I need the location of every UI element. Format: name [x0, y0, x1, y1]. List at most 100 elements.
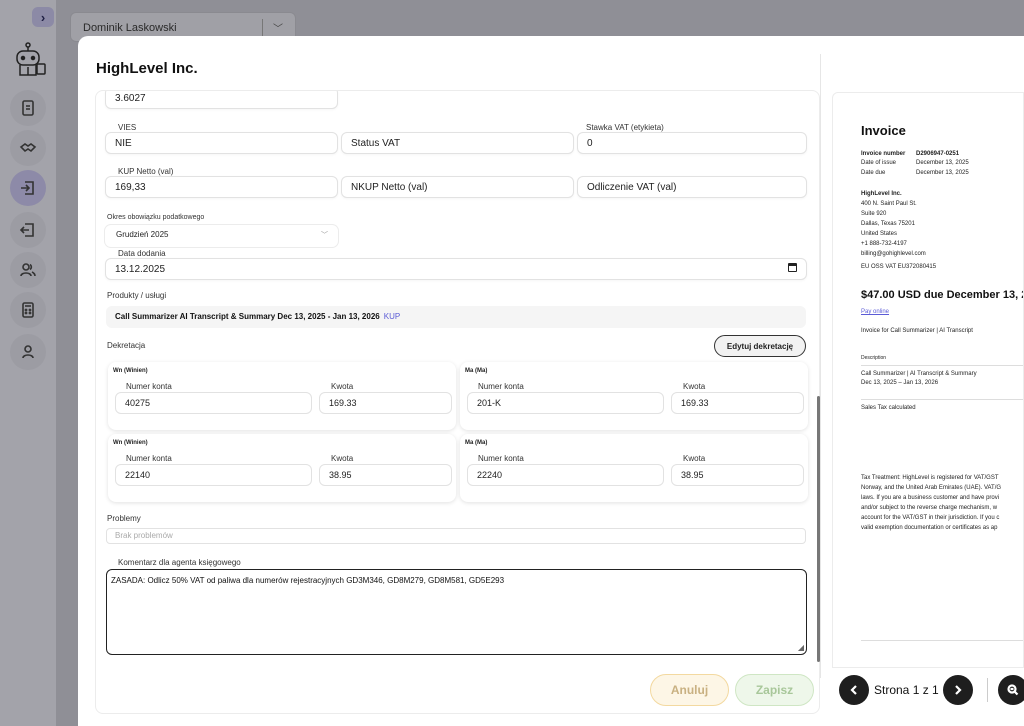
tax-note-line: and/or subject to the reverse charge mec…	[861, 505, 998, 511]
divider	[861, 640, 1023, 641]
dekretacja-wn-card-2: Wn (Winien) Numer konta 22140 Kwota 38.9…	[108, 434, 456, 502]
tax-note-line: account for the VAT/GST in their jurisdi…	[861, 515, 1000, 521]
chevron-left-icon	[850, 685, 857, 695]
status-vat-field[interactable]: Status VAT	[341, 132, 574, 154]
sidebar-expand-button[interactable]: ›	[32, 7, 54, 27]
kup-netto-field[interactable]: 169,33	[105, 176, 338, 198]
comment-text: ZASADA: Odlicz 50% VAT od paliwa dla num…	[111, 576, 505, 585]
description-header: Description	[861, 355, 887, 361]
invoice-number: D2906947-0251	[916, 151, 960, 157]
edit-dekretacja-button[interactable]: Edytuj dekretację	[714, 335, 806, 357]
dekretacja-ma-card-2: Ma (Ma) Numer konta 22240 Kwota 38.95	[460, 434, 808, 502]
pager-divider	[987, 678, 988, 702]
product-tag: KUP	[383, 312, 401, 321]
resize-handle-icon[interactable]: ◢	[798, 643, 804, 652]
okres-select[interactable]: Grudzień 2025 ﹀	[105, 225, 338, 247]
wn-label: Wn (Winien)	[113, 440, 148, 446]
chevron-right-icon	[955, 685, 962, 695]
sidebar-item-incoming[interactable]	[10, 170, 46, 206]
wn-konto-field[interactable]: 22140	[115, 464, 312, 486]
tax-note-line: laws. If you are a business customer and…	[861, 495, 1000, 501]
chevron-down-icon: ﹀	[273, 24, 283, 35]
sidebar-item-outgoing[interactable]	[10, 212, 46, 248]
tax-note-line: valid exemption documentation or certifi…	[861, 525, 998, 531]
tax-note-line: Tax Treatment: HighLevel is registered f…	[861, 475, 999, 481]
page-indicator: Strona 1 z 1	[874, 683, 939, 697]
invoice-title: Invoice	[861, 123, 906, 138]
numer-konta-label: Numer konta	[478, 382, 524, 391]
outbox-icon	[19, 223, 34, 237]
amount-due: $47.00 USD due December 13, 20	[861, 289, 1024, 301]
due-date: December 13, 2025	[916, 170, 969, 176]
data-dodania-value: 13.12.2025	[115, 264, 166, 275]
line-item-period: Dec 13, 2025 – Jan 13, 2026	[861, 380, 939, 386]
stawka-vat-label: Stawka VAT (etykieta)	[586, 123, 664, 132]
data-dodania-label: Data dodania	[118, 249, 166, 258]
email: billing@gohighlevel.com	[861, 251, 926, 257]
cancel-button[interactable]: Anuluj	[650, 674, 729, 706]
ma-konto-field[interactable]: 22240	[467, 464, 664, 486]
sidebar-item-calculator[interactable]	[10, 292, 46, 328]
issue-date: December 13, 2025	[916, 160, 969, 166]
select-divider	[262, 19, 263, 37]
rate-field[interactable]: 3.6027	[105, 91, 338, 109]
ma-kwota-field[interactable]: 38.95	[671, 464, 804, 486]
sales-tax: Sales Tax calculated	[861, 405, 916, 411]
dekretacja-label: Dekretacja	[107, 341, 146, 350]
zoom-out-button[interactable]	[998, 675, 1024, 705]
ma-label: Ma (Ma)	[465, 368, 488, 374]
problemy-label: Problemy	[107, 514, 141, 523]
user-select-value: Dominik Laskowski	[83, 22, 177, 34]
ma-label: Ma (Ma)	[465, 440, 488, 446]
product-item: Call Summarizer AI Transcript & Summary …	[106, 306, 806, 328]
save-button[interactable]: Zapisz	[735, 674, 814, 706]
invoice-for: Invoice for Call Summarizer | AI Transcr…	[861, 328, 973, 334]
vat-number: EU OSS VAT EU372080415	[861, 264, 937, 270]
line-item-desc: Call Summarizer | AI Transcript & Summar…	[861, 371, 977, 377]
company-name: HighLevel Inc.	[861, 191, 902, 197]
address-line: Suite 920	[861, 211, 887, 217]
next-page-button[interactable]	[943, 675, 973, 705]
sidebar-item-profile[interactable]	[10, 334, 46, 370]
pay-online-link[interactable]: Pay online	[861, 309, 889, 315]
ma-konto-field[interactable]: 201-K	[467, 392, 664, 414]
comment-textarea[interactable]: ZASADA: Odlicz 50% VAT od paliwa dla num…	[106, 569, 807, 655]
prev-page-button[interactable]	[839, 675, 869, 705]
calculator-icon	[22, 302, 34, 318]
divider	[861, 399, 1023, 400]
ma-kwota-field[interactable]: 169.33	[671, 392, 804, 414]
numer-konta-label: Numer konta	[126, 454, 172, 463]
wn-konto-field[interactable]: 40275	[115, 392, 312, 414]
zoom-out-icon	[1007, 684, 1019, 696]
dekretacja-ma-card-1: Ma (Ma) Numer konta 201-K Kwota 169.33	[460, 362, 808, 430]
due-date-label: Date due	[861, 170, 886, 176]
kup-netto-label: KUP Netto (val)	[118, 167, 174, 176]
wn-kwota-field[interactable]: 38.95	[319, 464, 452, 486]
vies-field[interactable]: NIE	[105, 132, 338, 154]
sidebar-item-deals[interactable]	[10, 130, 46, 166]
produkty-label: Produkty / usługi	[107, 291, 167, 300]
panel-divider	[820, 54, 821, 678]
issue-date-label: Date of issue	[861, 160, 897, 166]
users-icon	[20, 263, 36, 277]
inbox-in-icon	[21, 181, 34, 195]
chevron-down-icon: ﹀	[321, 232, 328, 239]
calendar-icon[interactable]	[788, 263, 797, 272]
kwota-label: Kwota	[331, 382, 354, 391]
numer-konta-label: Numer konta	[126, 382, 172, 391]
nkup-netto-field[interactable]: NKUP Netto (val)	[341, 176, 574, 198]
form-scrollbar[interactable]	[817, 396, 820, 662]
sidebar-item-contacts[interactable]	[10, 252, 46, 288]
robot-logo-icon	[8, 40, 48, 80]
dekretacja-wn-card-1: Wn (Winien) Numer konta 40275 Kwota 169.…	[108, 362, 456, 430]
handshake-icon	[19, 143, 37, 153]
user-icon	[22, 345, 34, 359]
wn-kwota-field[interactable]: 169.33	[319, 392, 452, 414]
tax-note-line: Norway, and the United Arab Emirates (UA…	[861, 485, 1002, 491]
data-dodania-field[interactable]: 13.12.2025	[105, 258, 807, 280]
problems-field[interactable]: Brak problemów	[106, 528, 806, 544]
stawka-vat-field[interactable]: 0	[577, 132, 807, 154]
odliczenie-vat-field[interactable]: Odliczenie VAT (val)	[577, 176, 807, 198]
kwota-label: Kwota	[683, 454, 706, 463]
sidebar-item-documents[interactable]	[10, 90, 46, 126]
